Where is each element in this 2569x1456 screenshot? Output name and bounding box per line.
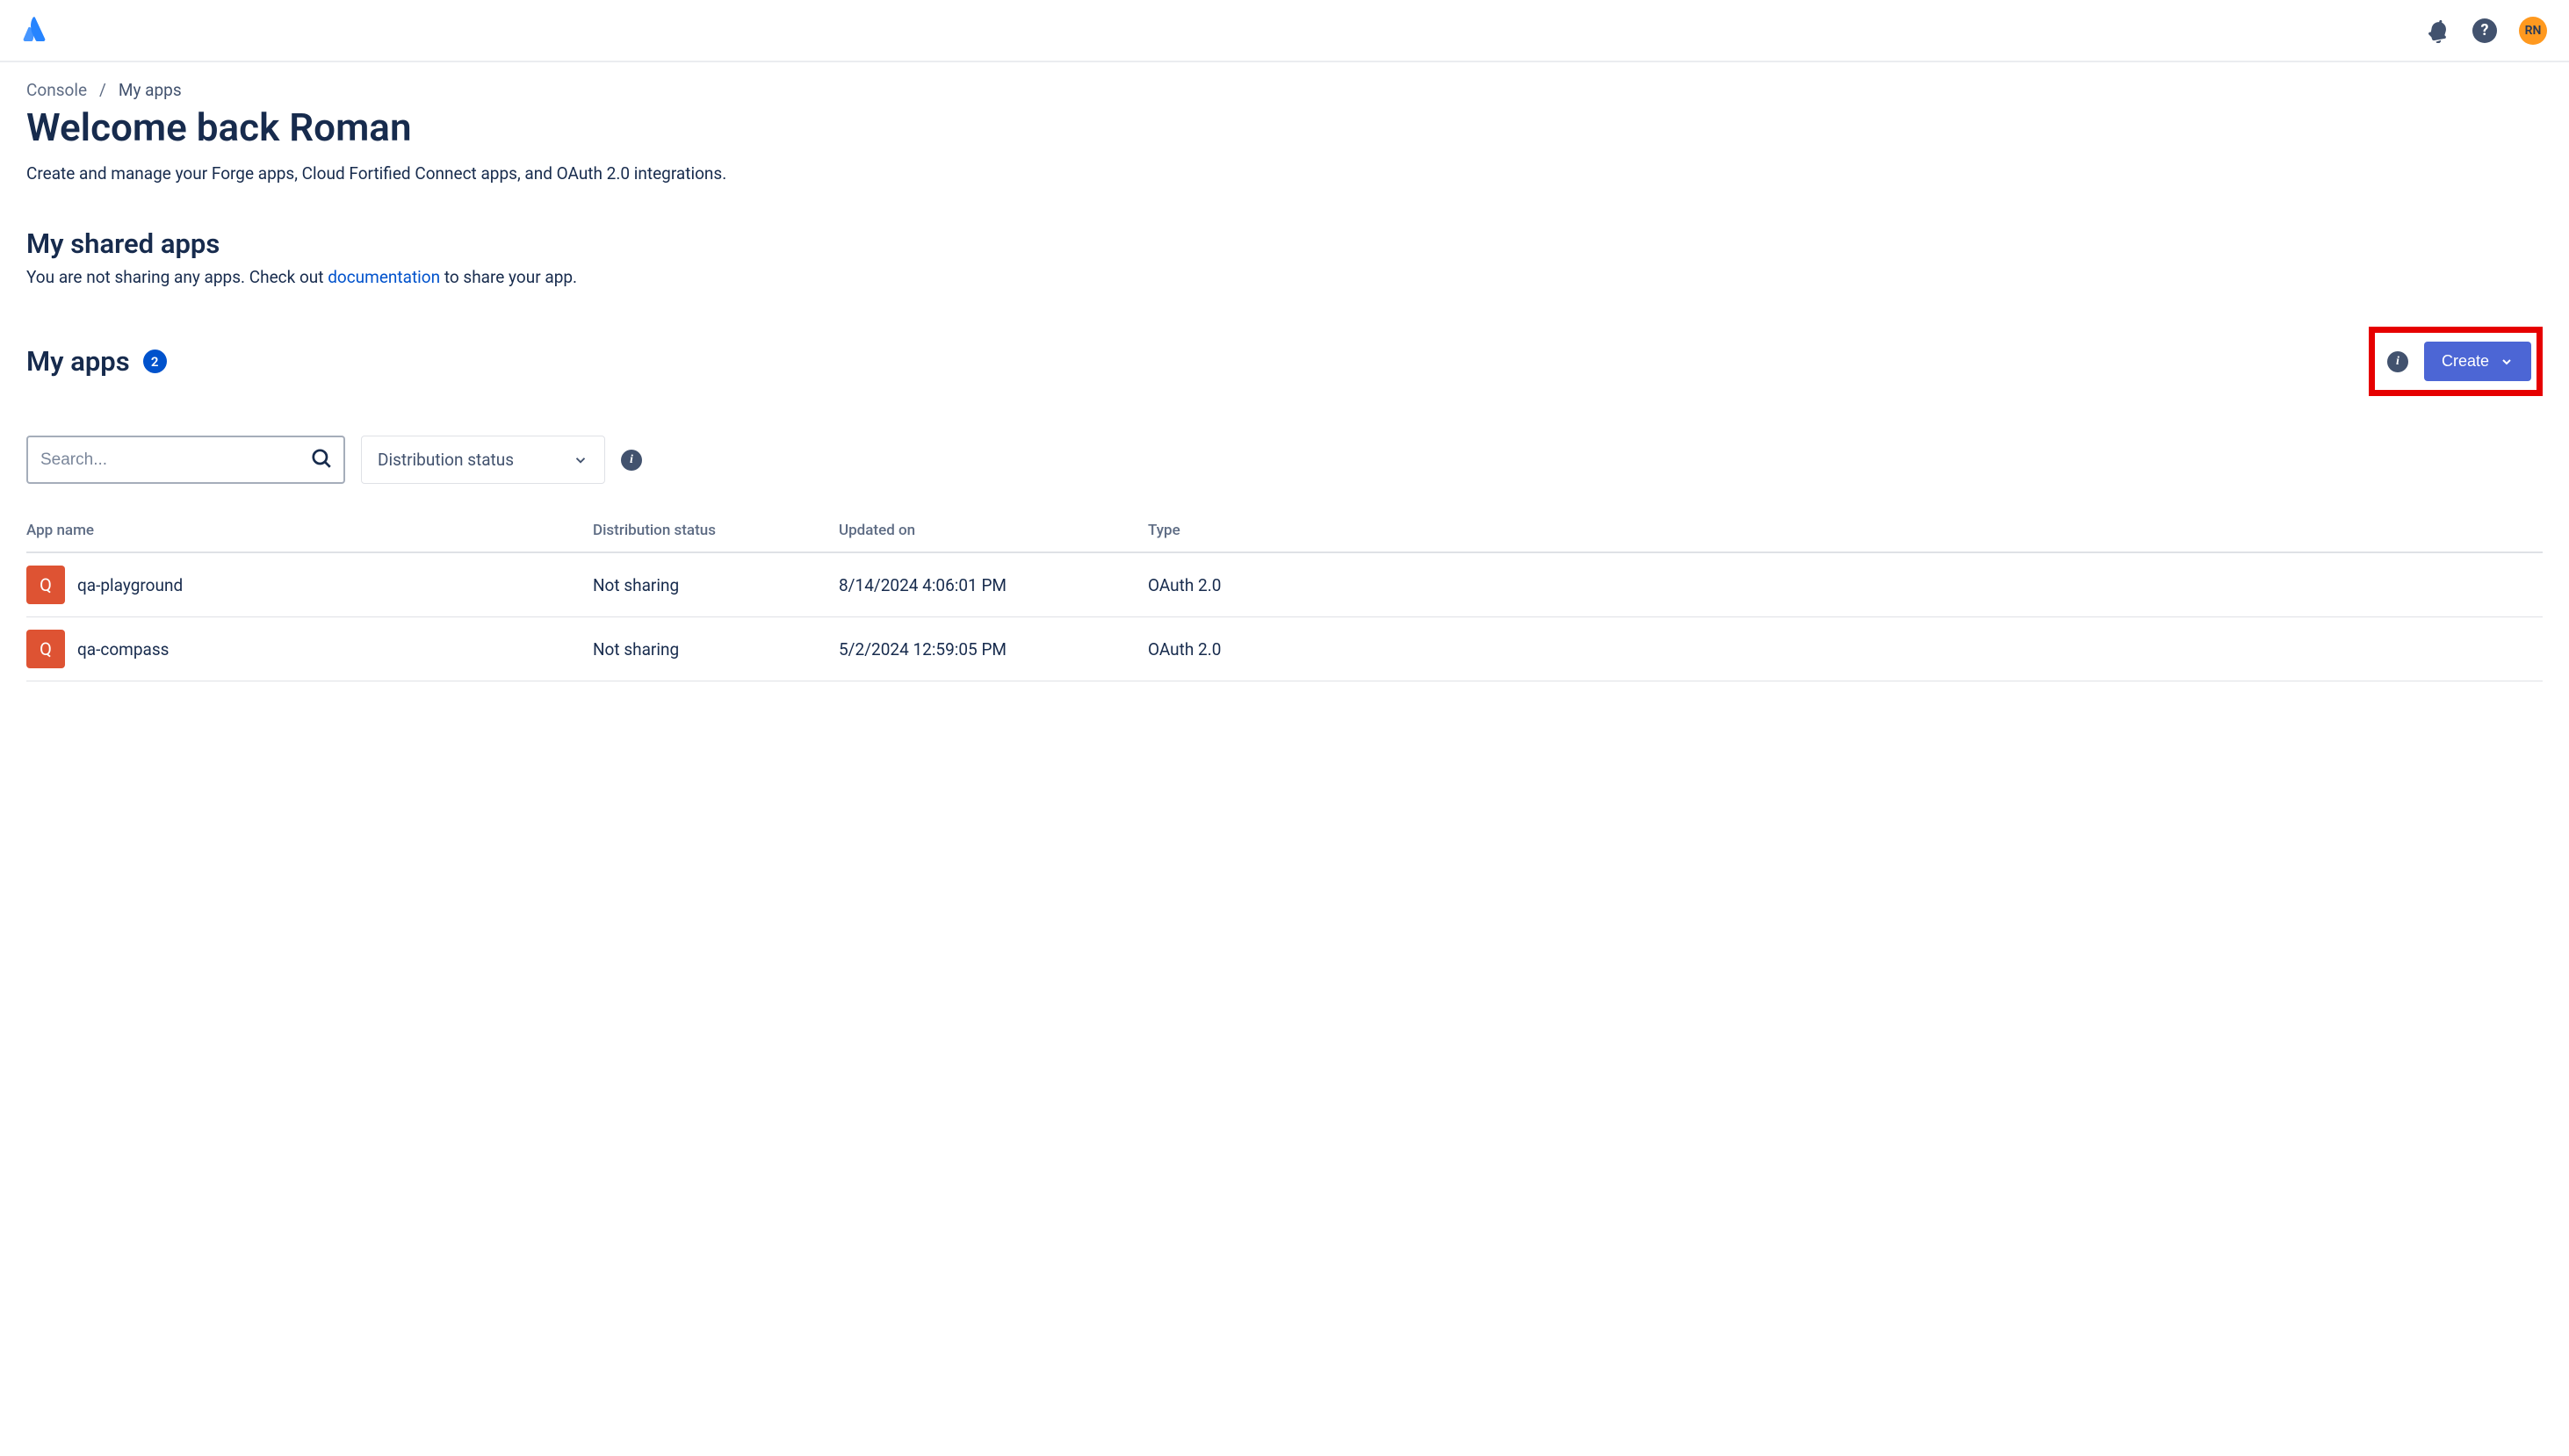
- search-icon[interactable]: [310, 447, 333, 473]
- top-nav: ? RN: [0, 0, 2569, 62]
- table-row[interactable]: Q qa-playground Not sharing 8/14/2024 4:…: [26, 553, 2543, 617]
- nav-right: ? RN: [2426, 17, 2547, 45]
- chevron-down-icon: [2500, 355, 2514, 369]
- app-count-badge: 2: [143, 350, 167, 373]
- dropdown-label: Distribution status: [378, 450, 514, 470]
- breadcrumb: Console / My apps: [26, 80, 2543, 100]
- app-updated: 8/14/2024 4:06:01 PM: [839, 575, 1148, 595]
- table-row[interactable]: Q qa-compass Not sharing 5/2/2024 12:59:…: [26, 617, 2543, 681]
- col-header-updated[interactable]: Updated on: [839, 522, 1148, 539]
- app-name: qa-compass: [77, 639, 169, 660]
- search-input[interactable]: [26, 436, 345, 484]
- notifications-icon[interactable]: [2426, 18, 2450, 43]
- shared-apps-desc: You are not sharing any apps. Check out …: [26, 267, 2543, 287]
- app-dist: Not sharing: [593, 575, 839, 595]
- breadcrumb-sep: /: [99, 80, 106, 100]
- app-name: qa-playground: [77, 575, 183, 595]
- apps-table: App name Distribution status Updated on …: [26, 515, 2543, 681]
- app-dist: Not sharing: [593, 639, 839, 660]
- col-header-dist[interactable]: Distribution status: [593, 522, 839, 539]
- create-button[interactable]: Create: [2424, 342, 2531, 381]
- filters: Distribution status i: [26, 436, 2543, 484]
- help-icon[interactable]: ?: [2472, 18, 2497, 43]
- avatar[interactable]: RN: [2519, 17, 2547, 45]
- app-type: OAuth 2.0: [1148, 639, 2543, 660]
- myapps-left: My apps 2: [26, 345, 167, 378]
- documentation-link[interactable]: documentation: [328, 267, 440, 287]
- myapps-header: My apps 2 i Create: [26, 327, 2543, 396]
- shared-desc-before: You are not sharing any apps. Check out: [26, 267, 328, 287]
- app-icon: Q: [26, 630, 65, 668]
- col-header-name[interactable]: App name: [26, 522, 593, 539]
- app-updated: 5/2/2024 12:59:05 PM: [839, 639, 1148, 660]
- atlassian-logo[interactable]: [22, 15, 47, 47]
- app-icon: Q: [26, 566, 65, 604]
- distribution-status-dropdown[interactable]: Distribution status: [361, 436, 605, 484]
- chevron-down-icon: [573, 452, 588, 468]
- col-header-type[interactable]: Type: [1148, 522, 2543, 539]
- breadcrumb-console[interactable]: Console: [26, 80, 87, 100]
- create-label: Create: [2442, 352, 2489, 371]
- myapps-title: My apps: [26, 345, 130, 378]
- search-box: [26, 436, 345, 484]
- page-title: Welcome back Roman: [26, 105, 2543, 150]
- info-icon[interactable]: i: [2387, 351, 2408, 372]
- app-type: OAuth 2.0: [1148, 575, 2543, 595]
- myapps-right: i Create: [2369, 327, 2543, 396]
- table-header: App name Distribution status Updated on …: [26, 515, 2543, 553]
- page-subtitle: Create and manage your Forge apps, Cloud…: [26, 163, 2543, 184]
- filter-info-icon[interactable]: i: [621, 450, 642, 471]
- create-highlight: i Create: [2369, 327, 2543, 396]
- breadcrumb-myapps[interactable]: My apps: [119, 80, 182, 100]
- content: Console / My apps Welcome back Roman Cre…: [0, 62, 2569, 699]
- shared-apps-title: My shared apps: [26, 227, 2543, 260]
- shared-desc-after: to share your app.: [440, 267, 577, 287]
